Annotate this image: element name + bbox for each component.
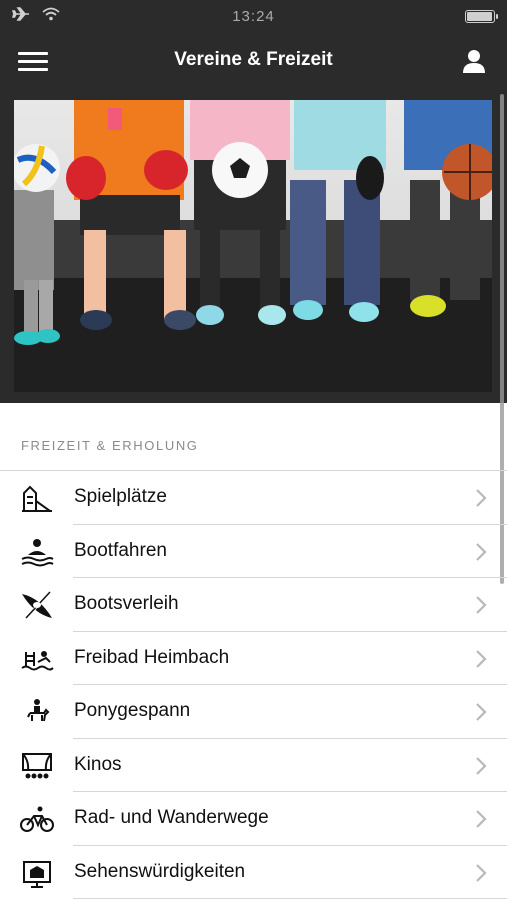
list-item-label: Sehenswürdigkeiten: [74, 860, 246, 882]
chevron-right-icon: [476, 703, 487, 721]
boating-icon: [21, 538, 54, 566]
status-bar: 13:24: [0, 0, 507, 34]
user-profile-icon[interactable]: [461, 48, 487, 74]
list-item-radwege[interactable]: Rad- und Wanderwege: [0, 792, 507, 846]
playground-icon: [22, 485, 52, 512]
list-item-sehenswuerdigkeiten[interactable]: Sehenswürdigkeiten: [0, 846, 507, 899]
pony-icon: [27, 699, 50, 722]
sightseeing-icon: [23, 860, 51, 888]
chevron-right-icon: [476, 756, 487, 775]
section-header: FREIZEIT & ERHOLUNG: [21, 438, 199, 453]
chevron-right-icon: [476, 596, 487, 614]
list-item-freibad[interactable]: Freibad Heimbach: [0, 632, 507, 685]
status-time: 13:24: [232, 8, 275, 25]
kayak-icon: [22, 590, 52, 620]
list-item-bootsverleih[interactable]: Bootsverleih: [0, 578, 507, 632]
pool-icon: [21, 650, 54, 670]
bicycle-icon: [20, 806, 54, 832]
list-item-label: Bootsverleih: [74, 593, 179, 614]
page-title: Vereine & Freizeit: [174, 49, 333, 70]
list-item-ponygespann[interactable]: Ponygespann: [0, 685, 507, 739]
chevron-right-icon: [476, 489, 487, 507]
battery-level: [467, 12, 492, 21]
sports-people-photo: [14, 100, 492, 392]
list-item-spielplaetze[interactable]: Spielplätze: [0, 471, 507, 525]
chevron-right-icon: [476, 542, 487, 561]
list-item-label: Ponygespann: [74, 700, 191, 721]
chevron-right-icon: [476, 649, 487, 668]
list-item-label: Kinos: [74, 753, 122, 775]
navigation-bar: Vereine & Freizeit: [0, 34, 507, 90]
list-item-label: Rad- und Wanderwege: [74, 807, 269, 828]
list-item-label: Spielplätze: [74, 486, 167, 507]
list-item-kinos[interactable]: Kinos: [0, 739, 507, 792]
chevron-right-icon: [476, 810, 487, 828]
leisure-list: Spielplätze Bootfahren Bootsverleih Frei…: [0, 470, 507, 899]
list-item-label: Freibad Heimbach: [74, 646, 230, 668]
battery-icon: [465, 10, 498, 23]
hero-banner: [0, 90, 507, 403]
chevron-right-icon: [476, 863, 487, 882]
cinema-icon: [22, 752, 52, 778]
list-item-bootfahren[interactable]: Bootfahren: [0, 525, 507, 578]
list-item-label: Bootfahren: [74, 539, 167, 561]
